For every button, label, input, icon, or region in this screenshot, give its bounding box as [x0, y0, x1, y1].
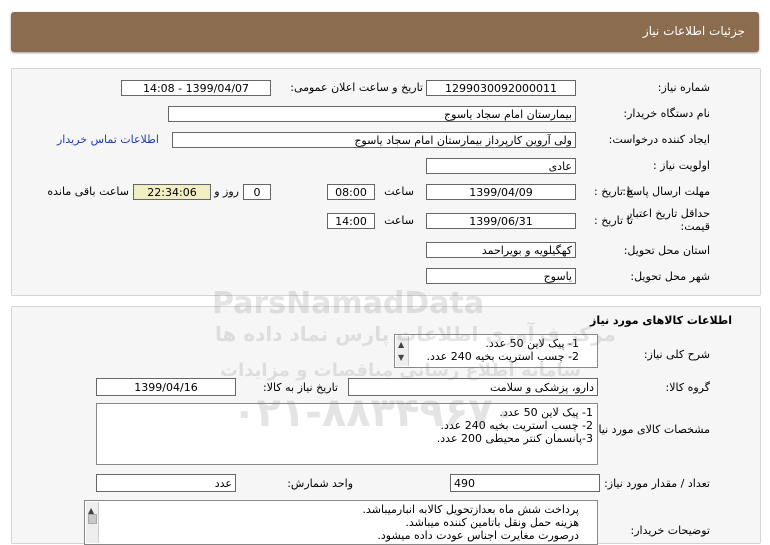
- need-date-field: 1399/04/16: [96, 378, 236, 396]
- scroll-thumb[interactable]: [88, 514, 97, 524]
- priority-label: اولویت نیاز :: [652, 159, 710, 172]
- group-label: گروه کالا:: [665, 381, 710, 394]
- priority-field: عادی: [426, 158, 576, 174]
- goods-section-title: اطلاعات کالاهای مورد نیاز: [590, 314, 732, 327]
- validity-to-date-label: تا تاریخ :: [594, 214, 633, 227]
- spec-line: 1- پیک لاین 50 عدد.: [499, 406, 593, 419]
- days-label: روز و: [214, 185, 239, 198]
- notes-label: توضیحات خریدار:: [630, 524, 711, 537]
- spec-line: 3-پانسمان کنتر محیطی 200 عدد.: [436, 432, 593, 445]
- need-info-panel: [11, 68, 761, 296]
- province-field: کهگیلویه و بویراحمد: [426, 242, 576, 258]
- buyer-field: بیمارستان امام سجاد یاسوج: [168, 106, 576, 122]
- need-number-field: 1299030092000011: [426, 80, 576, 96]
- notes-line: پرداخت شش ماه بعدازتحویل کالابه انبارمیب…: [362, 503, 579, 516]
- deadline-time-label: ساعت: [384, 185, 414, 198]
- spec-label: مشخصات کالای مورد نیاز:: [589, 423, 710, 436]
- validity-time-field: 14:00: [327, 213, 375, 229]
- deadline-label: مهلت ارسال پاسخ:: [622, 185, 710, 198]
- summary-line: 2- چسب استریت بخیه 240 عدد.: [426, 350, 579, 363]
- city-label: شهر محل تحویل:: [630, 270, 710, 283]
- notes-textarea[interactable]: ▲ پرداخت شش ماه بعدازتحویل کالابه انبارم…: [84, 500, 598, 545]
- notes-scrollbar[interactable]: ▲: [86, 502, 99, 543]
- qty-field: 490: [450, 474, 600, 492]
- need-date-label: تاریخ نیاز به کالا:: [263, 381, 338, 394]
- validity-time-label: ساعت: [384, 214, 414, 227]
- city-field: یاسوج: [426, 268, 576, 284]
- announce-field: 1399/04/07 - 14:08: [121, 80, 271, 96]
- unit-label: واحد شمارش:: [287, 477, 353, 490]
- summary-textarea[interactable]: ▲ ▼ 1- پیک لاین 50 عدد. 2- چسب استریت بخ…: [394, 334, 598, 368]
- contact-buyer-link[interactable]: اطلاعات تماس خریدار: [57, 133, 159, 146]
- unit-field: عدد: [96, 474, 236, 492]
- province-label: استان محل تحویل:: [623, 244, 710, 257]
- deadline-date-field: 1399/04/09: [426, 184, 576, 200]
- summary-scrollbar[interactable]: ▲ ▼: [396, 336, 409, 366]
- remaining-label: ساعت باقی مانده: [47, 185, 129, 198]
- need-number-label: شماره نیاز:: [657, 81, 710, 94]
- days-field: 0: [243, 184, 271, 200]
- summary-line: 1- پیک لاین 50 عدد.: [485, 337, 579, 350]
- remaining-time-field: 22:34:06: [133, 184, 211, 200]
- scroll-down-icon[interactable]: ▼: [398, 351, 404, 364]
- deadline-time-field: 08:00: [327, 184, 375, 200]
- summary-label: شرح کلی نیاز:: [643, 348, 710, 361]
- spec-line: 2- چسب استریت بخیه 240 عدد.: [440, 419, 593, 432]
- deadline-to-date-label: تا تاریخ :: [594, 185, 633, 198]
- creator-label: ایجاد کننده درخواست:: [608, 133, 710, 146]
- spec-textarea[interactable]: 1- پیک لاین 50 عدد. 2- چسب استریت بخیه 2…: [96, 403, 598, 465]
- group-field: دارو، پزشکی و سلامت: [348, 378, 598, 396]
- page-title: جزئیات اطلاعات نیاز: [642, 24, 745, 38]
- creator-field: ولی آروین کارپرداز بیمارستان امام سجاد ی…: [172, 132, 576, 148]
- scroll-up-icon[interactable]: ▲: [398, 338, 404, 351]
- qty-label: تعداد / مقدار مورد نیاز:: [604, 477, 710, 490]
- validity-date-field: 1399/06/31: [426, 213, 576, 229]
- buyer-label: نام دستگاه خریدار:: [623, 107, 710, 120]
- notes-line: هزینه حمل ونقل باتامین کننده میباشد.: [405, 516, 579, 529]
- notes-line: درصورت مغایرت اجناس عودت داده میشود.: [377, 529, 579, 542]
- page-header: جزئیات اطلاعات نیاز: [11, 12, 759, 52]
- announce-label: تاریخ و ساعت اعلان عمومی:: [290, 81, 423, 94]
